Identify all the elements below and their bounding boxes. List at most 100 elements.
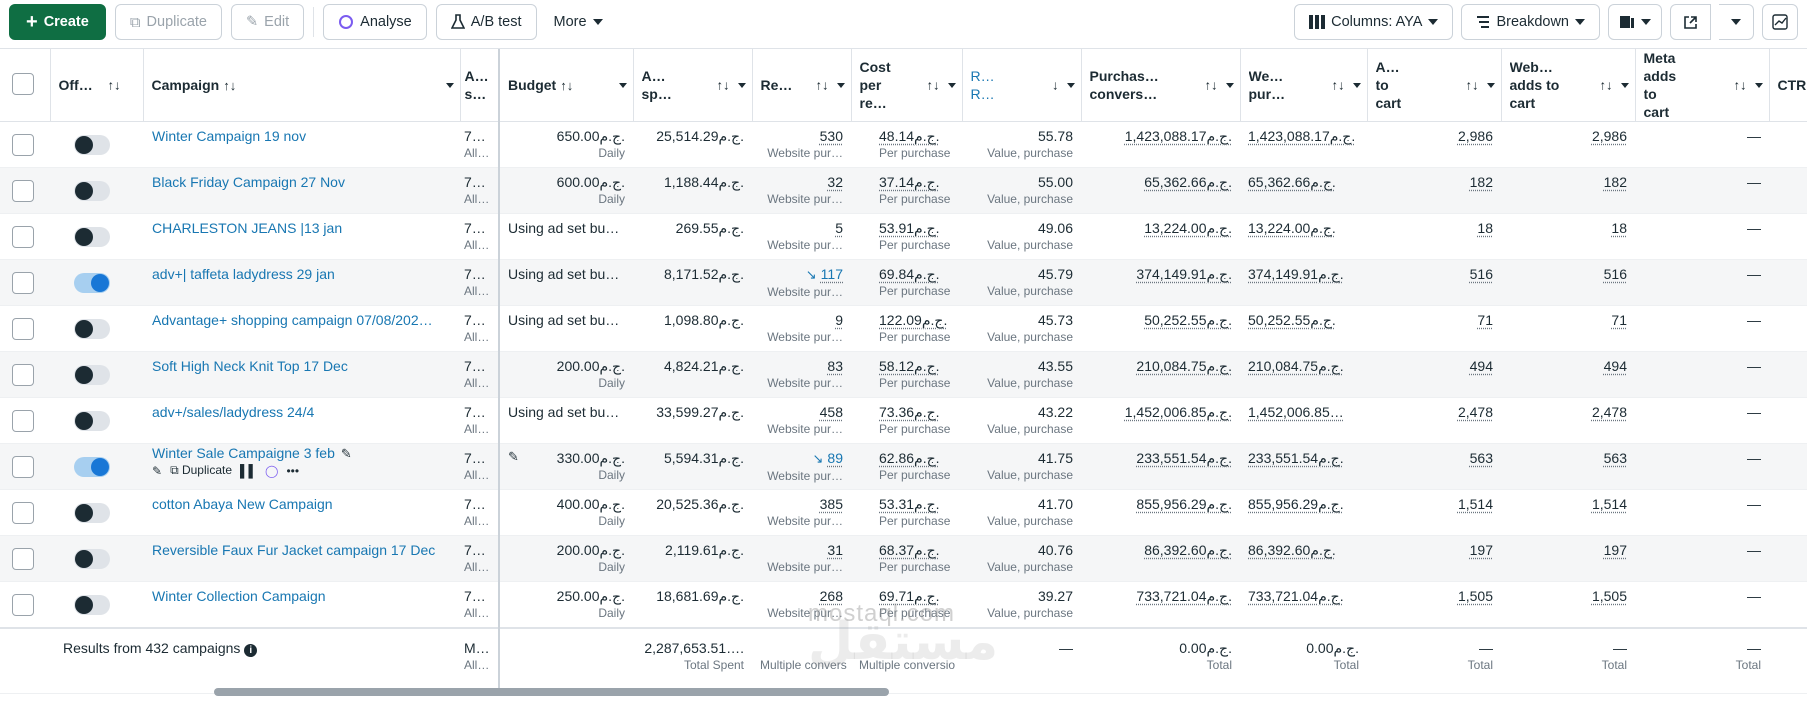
row-checkbox[interactable] [12, 134, 34, 156]
website-adds-value[interactable]: 1,514 [1592, 496, 1627, 512]
results-value[interactable]: 32 [827, 174, 843, 190]
row-checkbox[interactable] [12, 180, 34, 202]
header-campaign[interactable]: Campaign ↑↓ [143, 49, 461, 122]
row-checkbox[interactable] [12, 456, 34, 478]
table-row[interactable]: adv+/sales/ladydress 24/4 7… All… Using … [0, 397, 1807, 444]
cost-value[interactable]: 48.14ج.م. [879, 128, 940, 144]
export-menu-button[interactable] [1719, 4, 1754, 40]
budget-cell[interactable]: 200.00ج.م. Daily [499, 351, 633, 398]
header-budget[interactable]: Budget ↑↓ [499, 49, 634, 122]
cost-value[interactable]: 62.86ج.م. [879, 450, 940, 466]
sort-icon[interactable]: ↑↓ [927, 78, 940, 93]
sort-icon[interactable]: ↑↓ [1734, 78, 1747, 93]
header-off[interactable]: Off… ↑↓ [50, 49, 144, 122]
export-button[interactable] [1670, 4, 1711, 40]
duplicate-action[interactable]: ⧉ Duplicate [170, 463, 232, 478]
analyse-icon[interactable]: ◯ [265, 464, 278, 478]
cost-value[interactable]: 68.37ج.م. [879, 542, 940, 558]
budget-cell[interactable]: ✎ 330.00ج.م. Daily [499, 443, 633, 490]
website-adds-value[interactable]: 2,986 [1592, 128, 1627, 144]
campaign-name-link[interactable]: adv+/sales/ladydress 24/4 [152, 398, 452, 421]
website-purchases-value[interactable]: 1,423,088.17ج.م. [1248, 128, 1355, 144]
status-toggle[interactable] [74, 457, 110, 477]
campaign-name-link[interactable]: Winter Sale Campaigne 3 feb [152, 444, 335, 461]
ab-test-button[interactable]: A/B test [435, 4, 537, 40]
sort-desc-icon[interactable]: ↓ [1052, 78, 1059, 93]
reports-button[interactable] [1608, 4, 1662, 40]
sort-icon[interactable]: ↑↓ [1466, 78, 1479, 93]
website-adds-value[interactable]: 1,505 [1592, 588, 1627, 604]
status-toggle[interactable] [74, 273, 110, 293]
purchases-value[interactable]: 733,721.04ج.م. [1136, 588, 1232, 604]
website-adds-value[interactable]: 516 [1604, 266, 1627, 282]
campaign-name-link[interactable]: Winter Collection Campaign [152, 582, 452, 605]
website-adds-value[interactable]: 2,478 [1592, 404, 1627, 420]
purchases-value[interactable]: 1,452,006.85ج.م. [1125, 404, 1232, 420]
chevron-down-icon[interactable] [1486, 83, 1495, 88]
results-value[interactable]: 5 [835, 220, 843, 236]
campaign-name-link[interactable]: Black Friday Campaign 27 Nov [152, 168, 452, 191]
purchases-value[interactable]: 374,149.91ج.م. [1136, 266, 1232, 282]
table-row[interactable]: adv+| taffeta ladydress 29 jan 7… All… U… [0, 259, 1807, 306]
website-adds-value[interactable]: 18 [1611, 220, 1627, 236]
table-row[interactable]: Black Friday Campaign 27 Nov 7… All… 600… [0, 167, 1807, 214]
status-toggle[interactable] [74, 135, 110, 155]
adds-to-cart-value[interactable]: 197 [1470, 542, 1493, 558]
results-value[interactable]: 31 [827, 542, 843, 558]
results-value[interactable]: 458 [820, 404, 843, 420]
duplicate-button[interactable]: ⧉ Duplicate [114, 4, 222, 40]
status-toggle[interactable] [74, 181, 110, 201]
table-row[interactable]: CHARLESTON JEANS |13 jan 7… All… Using a… [0, 213, 1807, 260]
adds-to-cart-value[interactable]: 1,514 [1458, 496, 1493, 512]
row-checkbox[interactable] [12, 410, 34, 432]
purchases-value[interactable]: 855,956.29ج.م. [1136, 496, 1232, 512]
website-adds-value[interactable]: 563 [1604, 450, 1627, 466]
header-results-roas[interactable]: Results ROAS ↓ [962, 49, 1082, 122]
table-row[interactable]: Winter Sale Campaigne 3 feb ✎ ✎ ⧉ Duplica… [0, 443, 1807, 490]
budget-cell[interactable]: 250.00ج.م. Daily [499, 581, 633, 628]
adds-to-cart-value[interactable]: 1,505 [1458, 588, 1493, 604]
purchases-value[interactable]: 65,362.66ج.م. [1144, 174, 1232, 190]
header-purchases-conversion[interactable]: Purchases conversion… ↑↓ [1081, 49, 1241, 122]
website-purchases-value[interactable]: 233,551.54ج.م. [1248, 450, 1344, 466]
campaign-name-link[interactable]: Reversible Faux Fur Jacket campaign 17 D… [152, 536, 452, 559]
campaign-name-link[interactable]: Soft High Neck Knit Top 17 Dec [152, 352, 452, 375]
sort-icon[interactable]: ↑↓ [816, 78, 829, 93]
header-cost-per-result[interactable]: Cost per result ↑↓ [851, 49, 963, 122]
charts-button[interactable] [1762, 4, 1798, 40]
more-button[interactable]: More [545, 4, 611, 40]
sort-icon[interactable]: ↑↓ [1205, 78, 1218, 93]
sort-icon[interactable]: ↑↓ [223, 78, 236, 93]
breakdown-button[interactable]: Breakdown [1461, 4, 1600, 40]
header-website-purchases[interactable]: Website purchas… ↑↓ [1240, 49, 1368, 122]
columns-button[interactable]: Columns: AYA [1294, 4, 1454, 40]
website-purchases-value[interactable]: 86,392.60ج.م. [1248, 542, 1336, 558]
website-adds-value[interactable]: 71 [1611, 312, 1627, 328]
row-checkbox[interactable] [12, 318, 34, 340]
purchases-value[interactable]: 86,392.60ج.م. [1144, 542, 1232, 558]
campaign-name-link[interactable]: cotton Abaya New Campaign [152, 490, 452, 513]
row-checkbox[interactable] [12, 548, 34, 570]
results-value[interactable]: 83 [827, 358, 843, 374]
adds-to-cart-value[interactable]: 516 [1470, 266, 1493, 282]
adds-to-cart-value[interactable]: 563 [1470, 450, 1493, 466]
budget-cell[interactable]: 600.00ج.م. Daily [499, 167, 633, 214]
bar-chart-icon[interactable]: ▌▌ [240, 464, 257, 478]
website-purchases-value[interactable]: 374,149.91ج.م. [1248, 266, 1344, 282]
status-toggle[interactable] [74, 549, 110, 569]
header-meta-adds-to-cart[interactable]: Meta adds to cart ↑↓ [1635, 49, 1770, 122]
campaign-name-link[interactable]: Advantage+ shopping campaign 07/08/202… [152, 306, 452, 329]
budget-cell[interactable]: 650.00ج.م. Daily [499, 121, 633, 168]
status-toggle[interactable] [74, 319, 110, 339]
budget-cell[interactable]: Using ad set bu… [499, 213, 633, 260]
chevron-down-icon[interactable] [1066, 83, 1075, 88]
website-purchases-value[interactable]: 13,224.00ج.م. [1248, 220, 1336, 236]
budget-cell[interactable]: 400.00ج.م. Daily [499, 489, 633, 536]
status-toggle[interactable] [74, 503, 110, 523]
table-row[interactable]: cotton Abaya New Campaign 7… All… 400.00… [0, 489, 1807, 536]
table-row[interactable]: Advantage+ shopping campaign 07/08/202… … [0, 305, 1807, 352]
budget-cell[interactable]: Using ad set bu… [499, 397, 633, 444]
sort-icon[interactable]: ↑↓ [717, 78, 730, 93]
table-row[interactable]: Winter Campaign 19 nov 7… All… 650.00ج.م… [0, 121, 1807, 168]
chevron-down-icon[interactable] [1754, 83, 1763, 88]
